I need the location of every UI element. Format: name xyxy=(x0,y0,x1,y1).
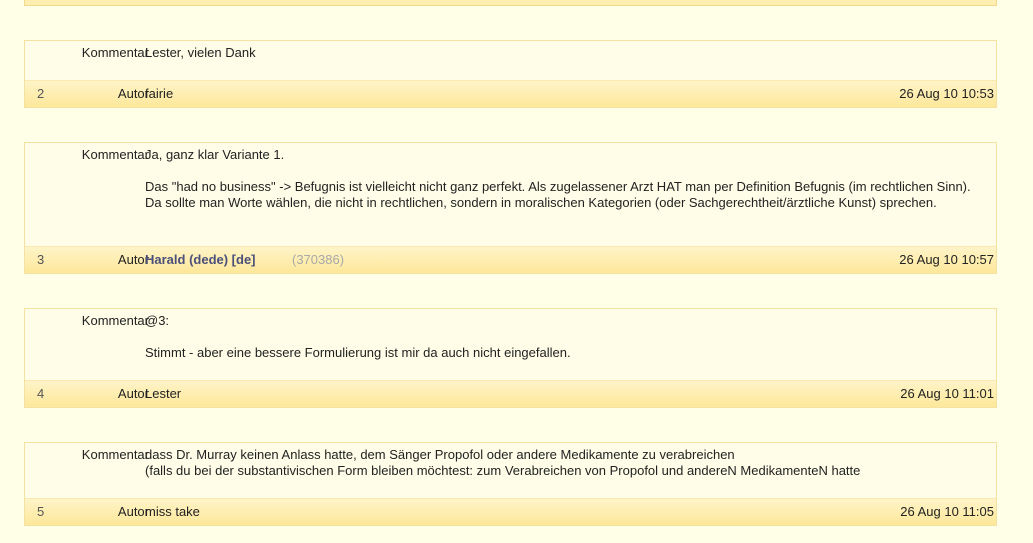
post-number: 5 xyxy=(37,504,45,519)
forum-post: Kommentar dass Dr. Murray keinen Anlass … xyxy=(24,442,997,526)
post-number: 2 xyxy=(37,86,45,101)
comment-text: dass Dr. Murray keinen Anlass hatte, dem… xyxy=(145,443,976,479)
author-name: miss take xyxy=(145,504,200,519)
comment-line: Ja, ganz klar Variante 1. xyxy=(145,147,285,162)
comment-row: Kommentar @3: Stimmt - aber eine bessere… xyxy=(25,309,996,380)
author-name-link[interactable]: Harald (dede) [de] xyxy=(145,247,256,273)
forum-thread: Kommentar Lester, vielen Dank 2 Autor fa… xyxy=(0,0,1033,543)
comment-label: Kommentar xyxy=(81,45,149,60)
post-date: 26 Aug 10 10:57 xyxy=(899,252,994,267)
comment-line: (falls du bei der substantivischen Form … xyxy=(145,463,861,478)
author-row: 3 Autor Harald (dede) [de] (370386) 26 A… xyxy=(25,246,996,273)
previous-post-footer xyxy=(24,0,997,6)
comment-label: Kommentar xyxy=(81,447,149,462)
author-name: fairie xyxy=(145,86,174,101)
post-date: 26 Aug 10 11:05 xyxy=(900,504,994,519)
post-date: 26 Aug 10 10:53 xyxy=(899,86,994,101)
author-row: 2 Autor fairie 26 Aug 10 10:53 xyxy=(25,80,996,107)
author-name: Lester xyxy=(145,386,182,401)
comment-line: dass Dr. Murray keinen Anlass hatte, dem… xyxy=(145,447,735,462)
forum-post: Kommentar Ja, ganz klar Variante 1. Das … xyxy=(24,142,997,274)
comment-row: Kommentar dass Dr. Murray keinen Anlass … xyxy=(25,443,996,498)
author-user-id: (370386) xyxy=(292,252,345,267)
comment-text: Lester, vielen Dank xyxy=(145,41,976,61)
comment-label: Kommentar xyxy=(81,313,149,328)
comment-line: Lester, vielen Dank xyxy=(145,45,256,60)
forum-post: Kommentar Lester, vielen Dank 2 Autor fa… xyxy=(24,40,997,108)
author-row: 5 Autor miss take 26 Aug 10 11:05 xyxy=(25,498,996,525)
comment-text: Ja, ganz klar Variante 1. Das "had no bu… xyxy=(145,143,976,211)
forum-post: Kommentar @3: Stimmt - aber eine bessere… xyxy=(24,308,997,408)
author-row: 4 Autor Lester 26 Aug 10 11:01 xyxy=(25,380,996,407)
post-date: 26 Aug 10 11:01 xyxy=(900,386,994,401)
comment-line: @3: xyxy=(145,313,170,328)
comment-line: Stimmt - aber eine bessere Formulierung … xyxy=(145,345,571,360)
comment-row: Kommentar Lester, vielen Dank xyxy=(25,41,996,80)
comment-text: @3: Stimmt - aber eine bessere Formulier… xyxy=(145,309,976,361)
comment-label: Kommentar xyxy=(81,147,149,162)
post-number: 4 xyxy=(37,386,45,401)
post-number: 3 xyxy=(37,252,45,267)
comment-row: Kommentar Ja, ganz klar Variante 1. Das … xyxy=(25,143,996,246)
comment-line: Das "had no business" -> Befugnis ist vi… xyxy=(145,179,971,210)
